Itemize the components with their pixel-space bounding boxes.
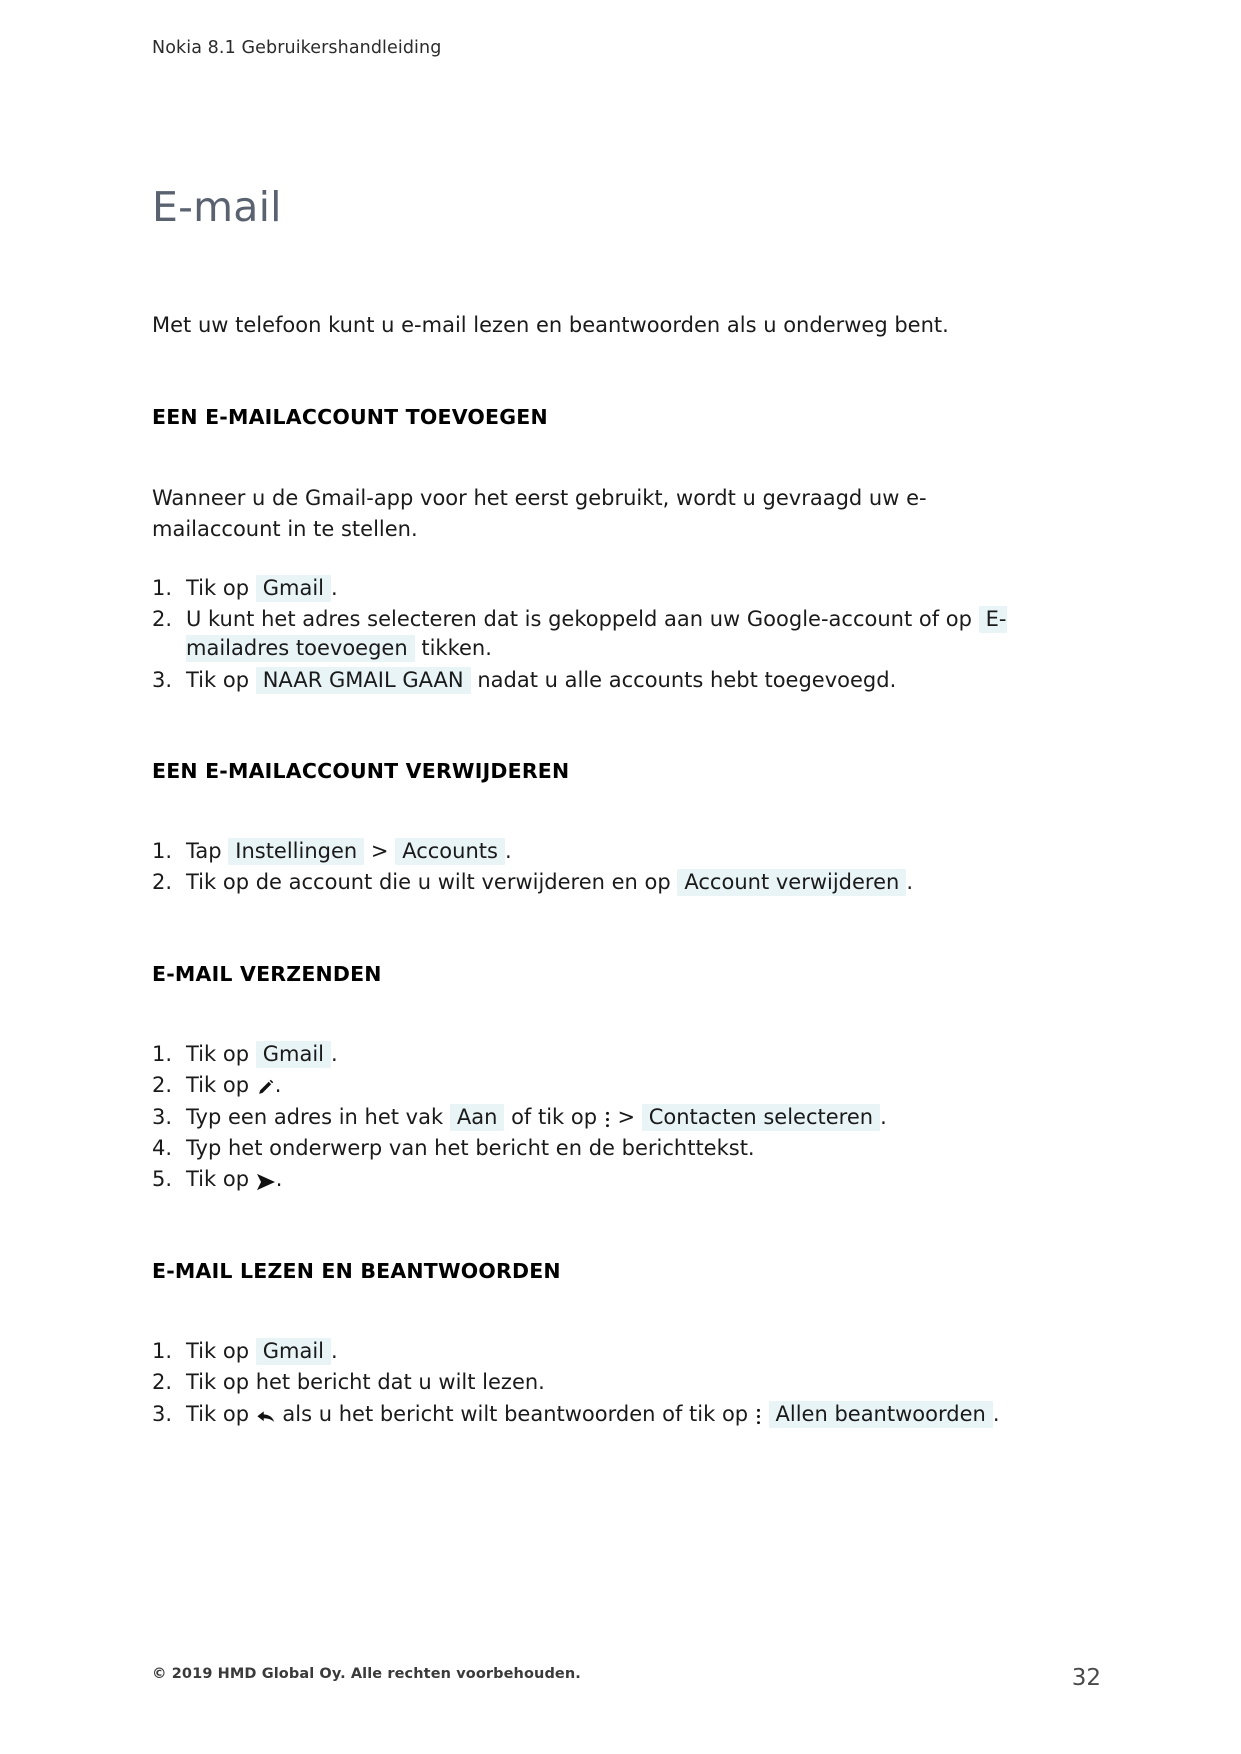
list-item: Tik op .: [152, 1165, 1102, 1195]
ui-term-to-field[interactable]: Aan: [449, 1103, 505, 1131]
ui-term-gmail[interactable]: Gmail: [255, 574, 331, 602]
footer-page-number: 32: [1071, 1665, 1101, 1691]
list-item: Tik op Gmail.: [152, 1040, 1102, 1070]
list-item: Typ het onderwerp van het bericht en de …: [152, 1134, 1102, 1164]
step-trail-text: .: [331, 575, 338, 600]
section-paragraph-add-account: Wanneer u de Gmail-app voor het eerst ge…: [152, 485, 927, 542]
list-item: U kunt het adres selecteren dat is gekop…: [152, 605, 1102, 664]
steps-send-email: Tik op Gmail. Tik op . Typ een adres in …: [152, 1040, 1102, 1195]
step-lead-text: Tik op: [186, 1073, 250, 1098]
list-item: Tik op NAAR GMAIL GAAN nadat u alle acco…: [152, 666, 1102, 696]
step-mid-text: als u het bericht wilt beantwoorden of t…: [282, 1401, 749, 1426]
list-item: Tik op Gmail.: [152, 1337, 1102, 1367]
intro-paragraph: Met uw telefoon kunt u e-mail lezen en b…: [152, 313, 949, 338]
step-mid-text: of tik op: [511, 1104, 598, 1129]
step-trail-text: .: [331, 1338, 338, 1363]
overflow-menu-icon[interactable]: [755, 1406, 762, 1427]
step-separator: >: [617, 1104, 636, 1129]
ui-term-accounts[interactable]: Accounts: [395, 838, 505, 866]
ui-term-gmail[interactable]: Gmail: [255, 1040, 331, 1068]
steps-read-reply: Tik op Gmail. Tik op het bericht dat u w…: [152, 1337, 1102, 1430]
list-item: Tik op Gmail.: [152, 574, 1102, 604]
send-icon[interactable]: [256, 1171, 276, 1192]
steps-remove-account: Tap Instellingen > Accounts. Tik op de a…: [152, 837, 1102, 898]
page-title: E-mail: [152, 183, 282, 231]
step-trail-text: .: [331, 1041, 338, 1066]
page-content: E-mail Met uw telefoon kunt u e-mail lez…: [152, 183, 1102, 1431]
step-lead-text: Tik op: [186, 575, 250, 600]
footer-copyright: © 2019 HMD Global Oy. Alle rechten voorb…: [152, 1666, 581, 1682]
list-item: Tik op de account die u wilt verwijderen…: [152, 868, 1102, 898]
step-trail-text: tikken.: [421, 636, 492, 661]
step-lead-text: Typ het onderwerp van het bericht en de …: [186, 1136, 755, 1161]
ui-term-select-contacts[interactable]: Contacten selecteren: [641, 1103, 881, 1131]
list-item: Tik op als u het bericht wilt beantwoord…: [152, 1400, 1102, 1430]
section-heading-remove-account: EEN E-MAILACCOUNT VERWIJDEREN: [152, 759, 570, 784]
step-trail-text: .: [275, 1167, 283, 1192]
ui-term-gmail[interactable]: Gmail: [255, 1337, 331, 1365]
step-lead-text: Tik op: [186, 1338, 250, 1363]
step-separator: >: [370, 839, 389, 864]
step-lead-text: Typ een adres in het vak: [186, 1104, 444, 1129]
section-heading-read-reply: E-MAIL LEZEN EN BEANTWOORDEN: [152, 1258, 561, 1283]
step-lead-text: Tik op: [186, 1167, 250, 1192]
step-trail-text: .: [504, 839, 512, 864]
ui-term-go-to-gmail[interactable]: NAAR GMAIL GAAN: [255, 666, 471, 694]
section-heading-send-email: E-MAIL VERZENDEN: [152, 961, 382, 986]
step-lead-text: U kunt het adres selecteren dat is gekop…: [186, 606, 972, 631]
ui-term-remove-account[interactable]: Account verwijderen: [677, 869, 907, 897]
step-lead-text: Tik op de account die u wilt verwijderen…: [186, 870, 671, 895]
step-trail-text: .: [274, 1073, 282, 1098]
section-heading-add-account: EEN E-MAILACCOUNT TOEVOEGEN: [152, 404, 548, 429]
overflow-menu-icon[interactable]: [604, 1109, 611, 1130]
step-lead-text: Tap: [186, 839, 222, 864]
list-item: Tik op .: [152, 1071, 1102, 1101]
ui-term-reply-all[interactable]: Allen beantwoorden: [768, 1400, 993, 1428]
step-trail-text: .: [880, 1104, 887, 1129]
list-item: Tik op het bericht dat u wilt lezen.: [152, 1368, 1102, 1398]
ui-term-settings[interactable]: Instellingen: [228, 838, 365, 866]
step-trail-text: nadat u alle accounts hebt toegevoegd.: [477, 667, 897, 692]
reply-arrow-icon[interactable]: [256, 1406, 276, 1427]
list-item: Tap Instellingen > Accounts.: [152, 837, 1102, 867]
step-lead-text: Tik op: [186, 1401, 250, 1426]
steps-add-account: Tik op Gmail. U kunt het adres selectere…: [152, 574, 1102, 696]
step-lead-text: Tik op: [186, 1041, 250, 1066]
step-trail-text: .: [992, 1401, 1000, 1426]
list-item: Typ een adres in het vak Aan of tik op >…: [152, 1103, 1102, 1133]
pencil-compose-icon[interactable]: [256, 1077, 275, 1098]
step-lead-text: Tik op: [186, 667, 250, 692]
document-page: Nokia 8.1 Gebruikershandleiding E-mail M…: [0, 0, 1241, 1754]
step-trail-text: .: [906, 870, 914, 895]
running-header: Nokia 8.1 Gebruikershandleiding: [152, 38, 442, 58]
step-lead-text: Tik op het bericht dat u wilt lezen.: [186, 1370, 545, 1395]
